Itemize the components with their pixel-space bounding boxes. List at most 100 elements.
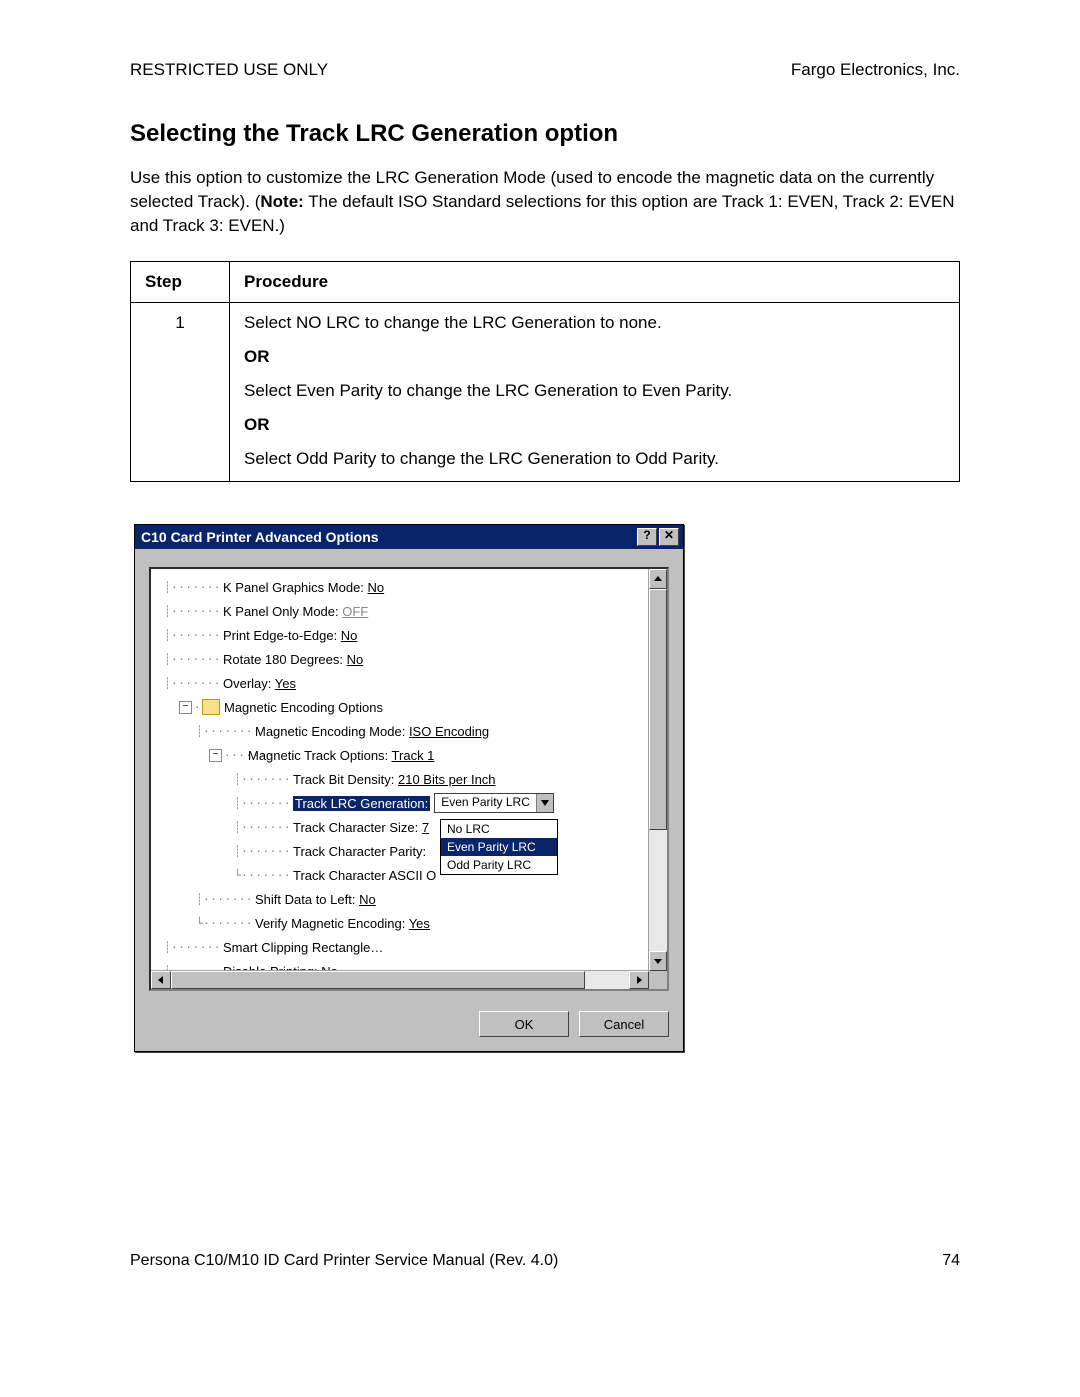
chevron-down-icon[interactable]	[536, 794, 553, 812]
intro-note-label: Note:	[260, 192, 303, 211]
value: No	[347, 652, 364, 667]
value: No	[359, 892, 376, 907]
value: 210 Bits per Inch	[398, 772, 496, 787]
lrc-generation-combobox[interactable]: Even Parity LRC	[434, 793, 554, 813]
scroll-left-button[interactable]	[151, 971, 171, 989]
tree-connector-icon: ┊·······	[157, 797, 293, 810]
lrc-generation-dropdown[interactable]: No LRC Even Parity LRC Odd Parity LRC	[440, 819, 558, 875]
tree-item-track-lrc-generation[interactable]: ┊······· Track LRC Generation: Even Pari…	[157, 791, 663, 815]
dropdown-option-odd-parity[interactable]: Odd Parity LRC	[441, 856, 557, 874]
label: Track Character ASCII O	[293, 868, 436, 883]
tree-connector-icon: ┊·······	[157, 893, 255, 906]
tree-item-track-bit-density[interactable]: ┊······· Track Bit Density: 210 Bits per…	[157, 767, 663, 791]
tree-item-verify-magnetic-encoding[interactable]: └······· Verify Magnetic Encoding: Yes	[157, 911, 663, 935]
label: Track Bit Density:	[293, 772, 398, 787]
tree-item-overlay[interactable]: ┊······· Overlay: Yes	[157, 671, 663, 695]
tree-item-track-char-size[interactable]: ┊······· Track Character Size: 7	[157, 815, 663, 839]
scrollbar-corner	[649, 971, 667, 989]
tree-connector-icon: ··	[194, 701, 202, 714]
label: Magnetic Encoding Mode:	[255, 724, 409, 739]
label: Track LRC Generation:	[293, 796, 430, 811]
cell-step-num: 1	[131, 303, 230, 482]
collapse-icon[interactable]: −	[209, 749, 222, 762]
intro-paragraph: Use this option to customize the LRC Gen…	[130, 166, 960, 237]
help-button[interactable]: ?	[637, 528, 657, 546]
proc-line2: Select Even Parity to change the LRC Gen…	[244, 381, 945, 401]
scroll-track[interactable]	[171, 971, 629, 989]
tree-connector-icon: ┊·······	[157, 773, 293, 786]
tree-item-smart-clipping[interactable]: ┊······· Smart Clipping Rectangle…	[157, 935, 663, 959]
value: Yes	[275, 676, 296, 691]
dropdown-option-no-lrc[interactable]: No LRC	[441, 820, 557, 838]
proc-line1: Select NO LRC to change the LRC Generati…	[244, 313, 945, 333]
tree-connector-icon: ┊·······	[157, 677, 223, 690]
label: Smart Clipping Rectangle…	[223, 940, 383, 955]
footer-page-number: 74	[942, 1252, 960, 1270]
dropdown-option-even-parity[interactable]: Even Parity LRC	[441, 838, 557, 856]
folder-icon	[202, 699, 220, 715]
label: Verify Magnetic Encoding:	[255, 916, 409, 931]
header-left: RESTRICTED USE ONLY	[130, 60, 328, 80]
scroll-down-button[interactable]	[649, 951, 667, 971]
horizontal-scrollbar[interactable]	[151, 970, 649, 989]
tree-item-magnetic-encoding-options[interactable]: − ·· Magnetic Encoding Options	[157, 695, 663, 719]
footer-left: Persona C10/M10 ID Card Printer Service …	[130, 1252, 558, 1270]
tree-connector-icon: ·······	[224, 749, 248, 762]
tree-item-print-edge[interactable]: ┊······· Print Edge-to-Edge: No	[157, 623, 663, 647]
options-tree[interactable]: ┊······· K Panel Graphics Mode: No ┊····…	[149, 567, 669, 991]
tree-connector-icon: ┊·······	[157, 725, 255, 738]
th-procedure: Procedure	[230, 262, 960, 303]
proc-or2: OR	[244, 415, 945, 435]
tree-item-magnetic-encoding-mode[interactable]: ┊······· Magnetic Encoding Mode: ISO Enc…	[157, 719, 663, 743]
label: K Panel Graphics Mode:	[223, 580, 368, 595]
tree-connector-icon: ┊·······	[157, 581, 223, 594]
label: Print Edge-to-Edge:	[223, 628, 341, 643]
label: Shift Data to Left:	[255, 892, 359, 907]
label: Overlay:	[223, 676, 275, 691]
section-title: Selecting the Track LRC Generation optio…	[130, 120, 960, 148]
value: No	[368, 580, 385, 595]
label: Magnetic Encoding Options	[224, 700, 383, 715]
scroll-right-button[interactable]	[629, 971, 649, 989]
value: OFF	[342, 604, 368, 619]
tree-item-rotate-180[interactable]: ┊······· Rotate 180 Degrees: No	[157, 647, 663, 671]
vertical-scrollbar[interactable]	[648, 569, 667, 971]
label: K Panel Only Mode:	[223, 604, 342, 619]
tree-connector-icon: ┊·······	[157, 845, 293, 858]
ok-button[interactable]: OK	[479, 1011, 569, 1037]
tree-item-kpanel-graphics[interactable]: ┊······· K Panel Graphics Mode: No	[157, 575, 663, 599]
proc-or1: OR	[244, 347, 945, 367]
tree-connector-icon: └·······	[157, 917, 255, 930]
combobox-value: Even Parity LRC	[435, 794, 536, 812]
value: 7	[422, 820, 429, 835]
tree-item-shift-data-left[interactable]: ┊······· Shift Data to Left: No	[157, 887, 663, 911]
dialog-title: C10 Card Printer Advanced Options	[141, 529, 635, 545]
tree-connector-icon: ┊·······	[157, 653, 223, 666]
value: Yes	[409, 916, 430, 931]
tree-item-kpanel-only[interactable]: ┊······· K Panel Only Mode: OFF	[157, 599, 663, 623]
advanced-options-dialog: C10 Card Printer Advanced Options ? ✕ ┊·…	[134, 524, 684, 1052]
tree-connector-icon: ┊·······	[157, 941, 223, 954]
scroll-thumb[interactable]	[171, 971, 585, 989]
procedure-table: Step Procedure 1 Select NO LRC to change…	[130, 261, 960, 482]
label: Magnetic Track Options:	[248, 748, 392, 763]
collapse-icon[interactable]: −	[179, 701, 192, 714]
tree-item-track-char-ascii[interactable]: └······· Track Character ASCII O	[157, 863, 663, 887]
label: Track Character Size:	[293, 820, 422, 835]
tree-item-magnetic-track-options[interactable]: − ······· Magnetic Track Options: Track …	[157, 743, 663, 767]
tree-item-track-char-parity[interactable]: ┊······· Track Character Parity:	[157, 839, 663, 863]
label: Rotate 180 Degrees:	[223, 652, 347, 667]
scroll-thumb[interactable]	[649, 589, 667, 830]
titlebar[interactable]: C10 Card Printer Advanced Options ? ✕	[135, 525, 683, 549]
th-step: Step	[131, 262, 230, 303]
scroll-up-button[interactable]	[649, 569, 667, 589]
table-row: 1 Select NO LRC to change the LRC Genera…	[131, 303, 960, 482]
value: No	[341, 628, 358, 643]
tree-connector-icon: ┊·······	[157, 821, 293, 834]
cell-procedure: Select NO LRC to change the LRC Generati…	[230, 303, 960, 482]
close-button[interactable]: ✕	[659, 528, 679, 546]
header-right: Fargo Electronics, Inc.	[791, 60, 960, 80]
cancel-button[interactable]: Cancel	[579, 1011, 669, 1037]
value: Track 1	[392, 748, 435, 763]
scroll-track[interactable]	[649, 589, 667, 951]
